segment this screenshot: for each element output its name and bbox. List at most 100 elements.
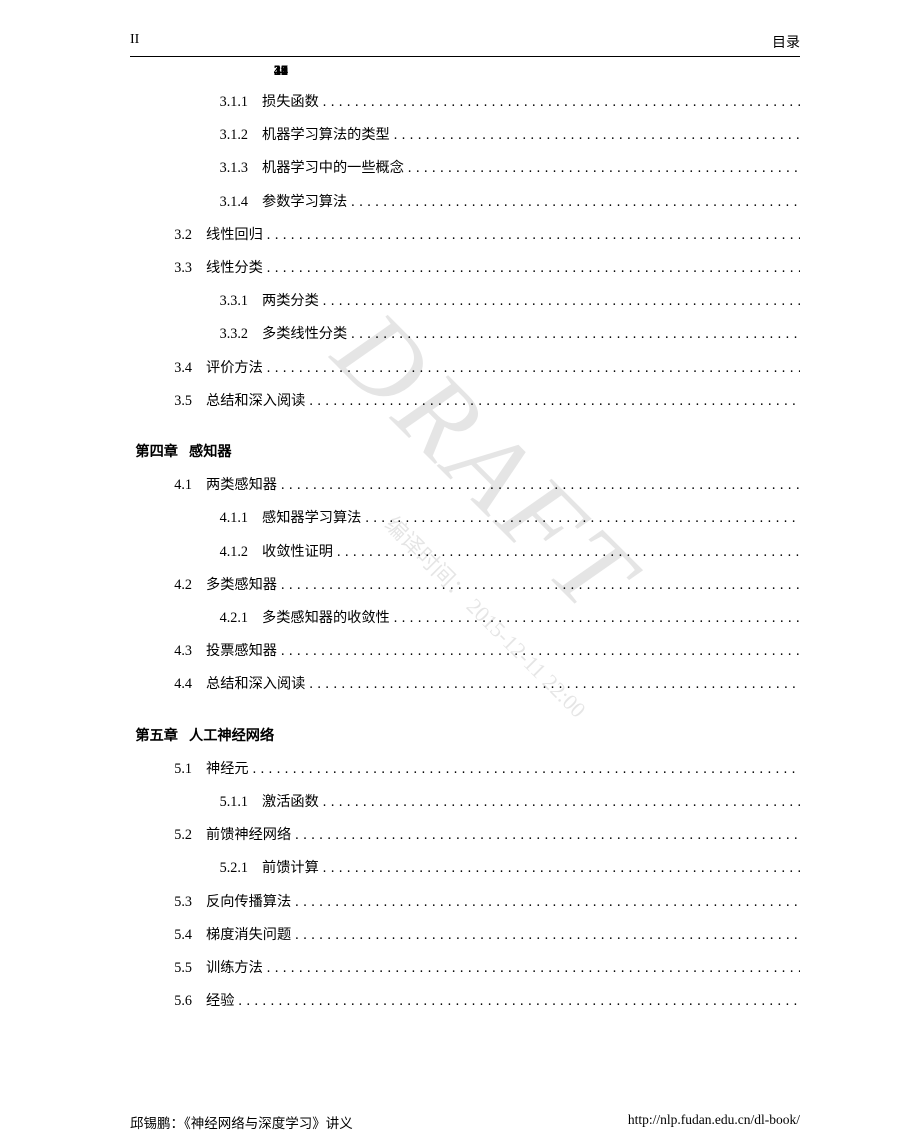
toc-leader-dots: ........................................… xyxy=(337,545,800,559)
toc-entry[interactable]: 4.3投票感知器................................… xyxy=(130,644,800,658)
toc-entry-title: 多类感知器 xyxy=(206,578,281,592)
toc-entry-title: 总结和深入阅读 xyxy=(206,677,309,691)
toc-entry[interactable]: 5.2前馈神经网络...............................… xyxy=(130,828,800,842)
toc-entry-number: 第四章 xyxy=(130,445,189,459)
toc-entry-title: 评价方法 xyxy=(206,361,267,375)
toc-entry-number: 3.1.1 xyxy=(130,95,262,109)
toc-entry[interactable]: 5.2.1前馈计算...............................… xyxy=(130,861,800,875)
footer-author-title: 邱锡鹏：《神经网络与深度学习》讲义 xyxy=(130,1112,353,1132)
toc-entry-number: 5.5 xyxy=(130,961,206,975)
toc-entry-number: 5.3 xyxy=(130,895,206,909)
toc-entry-title: 机器学习中的一些概念 xyxy=(262,161,408,175)
toc-entry-title: 经验 xyxy=(206,994,238,1008)
toc-leader-dots: ........................................… xyxy=(253,762,800,776)
toc-entry[interactable]: 5.6经验...................................… xyxy=(130,994,800,1008)
toc-entry-title: 训练方法 xyxy=(206,961,267,975)
toc-entry[interactable]: 3.1.3机器学习中的一些概念.........................… xyxy=(130,161,800,175)
toc-entry-number: 4.2.1 xyxy=(130,611,262,625)
toc-entry-title: 前馈神经网络 xyxy=(206,828,295,842)
toc-entry[interactable]: 3.4评价方法.................................… xyxy=(130,361,800,375)
toc-entry[interactable]: 5.3反向传播算法...............................… xyxy=(130,895,800,909)
page-number: II xyxy=(130,32,139,52)
toc-entry-title: 机器学习算法的类型 xyxy=(262,128,394,142)
toc-entry-number: 3.2 xyxy=(130,228,206,242)
toc-entry-number: 3.4 xyxy=(130,361,206,375)
toc-entry-number: 3.1.4 xyxy=(130,195,262,209)
toc-leader-dots: ........................................… xyxy=(295,828,800,842)
toc-entry-title: 反向传播算法 xyxy=(206,895,295,909)
toc-entry[interactable]: 3.5总结和深入阅读..............................… xyxy=(130,394,800,408)
toc-entry-number: 3.3.1 xyxy=(130,294,262,308)
toc-entry-number: 3.3.2 xyxy=(130,327,262,341)
toc-entry[interactable]: 5.4梯度消失问题...............................… xyxy=(130,928,800,942)
toc-entry-title: 激活函数 xyxy=(262,795,323,809)
toc-leader-dots: ........................................… xyxy=(295,895,800,909)
toc-entry-number: 5.4 xyxy=(130,928,206,942)
toc-leader-dots: ........................................… xyxy=(267,961,800,975)
toc-entry[interactable]: 4.2多类感知器................................… xyxy=(130,578,800,592)
running-title: 目录 xyxy=(772,32,800,52)
footer-url: http://nlp.fudan.edu.cn/dl-book/ xyxy=(628,1112,800,1132)
toc-entry[interactable]: 3.2线性回归.................................… xyxy=(130,228,800,242)
toc-entry-title: 前馈计算 xyxy=(262,861,323,875)
running-head: II 目录 xyxy=(130,32,800,57)
toc-entry-number: 4.4 xyxy=(130,677,206,691)
toc-gap xyxy=(130,427,800,445)
toc-entry-title: 感知器 xyxy=(189,445,236,459)
toc-entry[interactable]: 4.4总结和深入阅读..............................… xyxy=(130,677,800,691)
toc-leader-dots: ........................................… xyxy=(351,195,800,209)
page-footer: 邱锡鹏：《神经网络与深度学习》讲义 http://nlp.fudan.edu.c… xyxy=(130,1112,800,1132)
toc-entry-number: 4.1.1 xyxy=(130,511,262,525)
toc-entry-number: 3.5 xyxy=(130,394,206,408)
toc-entry-title: 梯度消失问题 xyxy=(206,928,295,942)
toc-entry[interactable]: 4.1两类感知器................................… xyxy=(130,478,800,492)
toc-entry-title: 投票感知器 xyxy=(206,644,281,658)
toc-leader-dots: ........................................… xyxy=(267,228,800,242)
toc-entry-title: 线性回归 xyxy=(206,228,267,242)
toc-entry-title: 多类线性分类 xyxy=(262,327,351,341)
toc-leader-dots: ........................................… xyxy=(281,644,800,658)
toc-leader-dots: ........................................… xyxy=(267,361,800,375)
toc-entry[interactable]: 4.1.1感知器学习算法............................… xyxy=(130,511,800,525)
toc-entry-title: 两类感知器 xyxy=(206,478,281,492)
page-body: II 目录 3.1.1损失函数.........................… xyxy=(130,32,800,1027)
toc-entry[interactable]: 4.2.1多类感知器的收敛性..........................… xyxy=(130,611,800,625)
toc-leader-dots: ........................................… xyxy=(323,294,800,308)
toc-leader-dots: ........................................… xyxy=(267,261,800,275)
toc-entry-number: 3.1.3 xyxy=(130,161,262,175)
toc-entry[interactable]: 5.5训练方法.................................… xyxy=(130,961,800,975)
toc-entry-title: 神经元 xyxy=(206,762,253,776)
toc-entry-number: 5.2.1 xyxy=(130,861,262,875)
toc-entry[interactable]: 第五章人工神经网络...............................… xyxy=(130,729,800,743)
toc-entry[interactable]: 3.3线性分类.................................… xyxy=(130,261,800,275)
toc-entry-number: 4.1 xyxy=(130,478,206,492)
toc-entry-page: 46 xyxy=(260,64,288,78)
toc-entry[interactable]: 3.1.2机器学习算法的类型..........................… xyxy=(130,128,800,142)
toc-entry-title: 总结和深入阅读 xyxy=(206,394,309,408)
toc-leader-dots: ........................................… xyxy=(281,478,800,492)
toc-leader-dots: ........................................… xyxy=(323,795,800,809)
toc-entry-number: 4.2 xyxy=(130,578,206,592)
toc-leader-dots: ........................................… xyxy=(323,95,800,109)
toc-leader-dots: ........................................… xyxy=(323,861,800,875)
toc-entry[interactable]: 3.1.4参数学习算法.............................… xyxy=(130,195,800,209)
toc-entry[interactable]: 3.1.1损失函数...............................… xyxy=(130,95,800,109)
toc-entry-title: 人工神经网络 xyxy=(189,729,278,743)
toc-entry-title: 线性分类 xyxy=(206,261,267,275)
toc-entry-number: 第五章 xyxy=(130,729,189,743)
toc-entry[interactable]: 3.3.1两类分类...............................… xyxy=(130,294,800,308)
toc-leader-dots: ........................................… xyxy=(295,928,800,942)
toc-entry[interactable]: 5.1神经元..................................… xyxy=(130,762,800,776)
toc-entry[interactable]: 3.3.2多类线性分类.............................… xyxy=(130,327,800,341)
toc-entry-number: 5.1.1 xyxy=(130,795,262,809)
toc-gap xyxy=(130,711,800,729)
toc-entry-number: 4.3 xyxy=(130,644,206,658)
toc-entry[interactable]: 4.1.2收敛性证明..............................… xyxy=(130,545,800,559)
toc-entry[interactable]: 5.1.1激活函数...............................… xyxy=(130,795,800,809)
toc-entry[interactable]: 第四章感知器..................................… xyxy=(130,445,800,459)
toc-leader-dots: ........................................… xyxy=(365,511,800,525)
toc-entry-title: 参数学习算法 xyxy=(262,195,351,209)
toc-entry-number: 5.1 xyxy=(130,762,206,776)
table-of-contents: 3.1.1损失函数...............................… xyxy=(130,95,800,1008)
toc-leader-dots: ........................................… xyxy=(309,677,800,691)
